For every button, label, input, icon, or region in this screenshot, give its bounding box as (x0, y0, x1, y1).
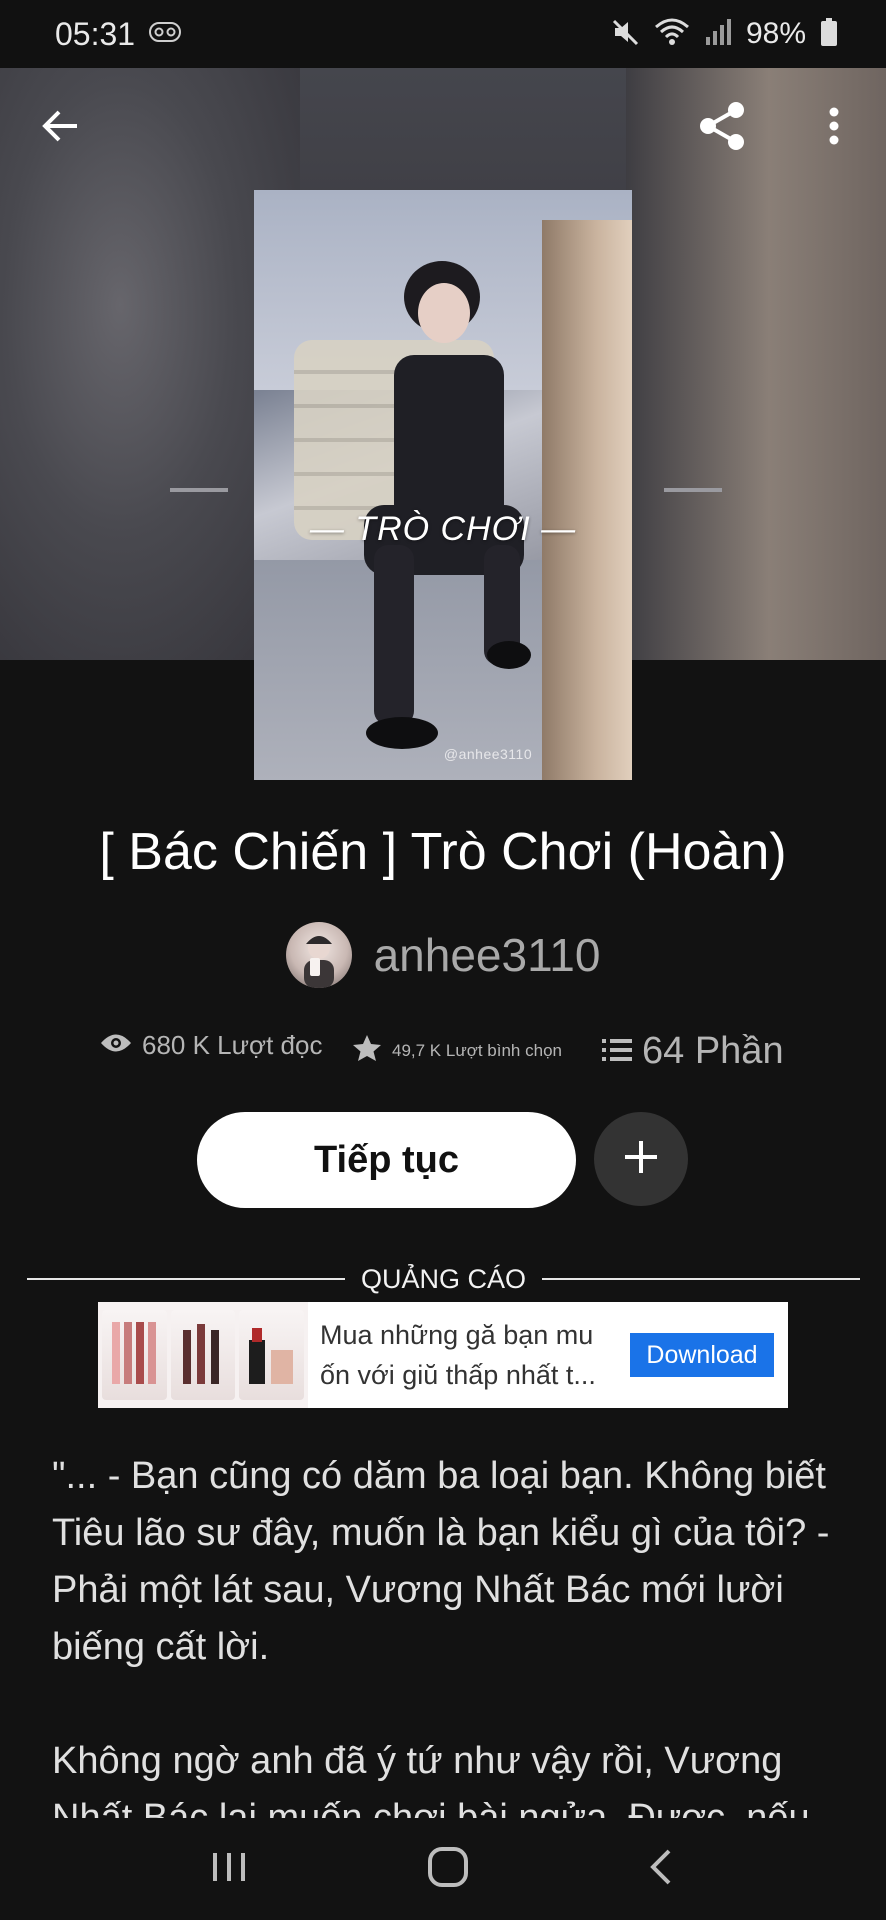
votes-stat: 49,7 K Lượt bình chọn (352, 1034, 562, 1067)
cover-watermark: @anhee3110 (443, 746, 533, 762)
battery-icon (820, 17, 838, 52)
avatar[interactable] (285, 922, 352, 988)
ad-product-image (239, 1310, 305, 1400)
cover-figure (364, 261, 531, 749)
ad-text[interactable]: Mua những gă bạn mu ốn với giŭ thấp nhất… (308, 1315, 630, 1395)
more-options-button[interactable] (799, 93, 869, 163)
reads-count: 680 K Lượt đọc (142, 1030, 323, 1060)
ad-product-images (98, 1302, 308, 1408)
recent-apps-button[interactable] (209, 1847, 249, 1892)
description-paragraph: "... - Bạn cũng có dăm ba loại bạn. Khôn… (52, 1455, 830, 1668)
plus-icon (622, 1138, 660, 1181)
list-icon (602, 1030, 632, 1073)
hero-dash-right (664, 488, 722, 492)
signal-icon (704, 17, 732, 52)
story-description: "... - Bạn cũng có dăm ba loại bạn. Khôn… (52, 1448, 842, 1818)
story-stats: 680 K Lượt đọc 49,7 K Lượt bình chọn 64 … (0, 1030, 886, 1080)
status-time: 05:31 (55, 15, 136, 52)
mute-icon (610, 17, 640, 52)
battery-percent: 98% (745, 17, 806, 50)
add-to-library-button[interactable] (594, 1112, 688, 1206)
ad-download-button[interactable]: Download (630, 1333, 774, 1377)
votes-count: 49,7 K Lượt bình chọn (392, 1040, 562, 1060)
parts-count[interactable]: 64 Phần (642, 1030, 784, 1073)
share-button[interactable] (687, 93, 757, 163)
author-name[interactable]: anhee3110 (374, 928, 601, 982)
author-row[interactable]: anhee3110 (0, 922, 886, 988)
ad-product-image (102, 1310, 167, 1400)
continue-reading-button[interactable]: Tiếp tục (197, 1112, 576, 1208)
story-cover[interactable]: — TRÒ CHƠI — @anhee3110 (254, 190, 632, 780)
wifi-icon (654, 17, 690, 52)
cover-title: — TRÒ CHƠI — (309, 510, 577, 548)
star-icon (352, 1034, 382, 1067)
ad-divider: QUẢNG CÁO (27, 1262, 860, 1296)
reads-stat: 680 K Lượt đọc (100, 1030, 322, 1061)
back-arrow-icon (41, 109, 79, 148)
back-button[interactable] (25, 93, 95, 163)
back-nav-button[interactable] (647, 1847, 677, 1892)
more-vertical-icon (828, 106, 840, 151)
system-nav-bar (0, 1818, 886, 1920)
home-button[interactable] (426, 1845, 470, 1894)
voicemail-icon (149, 21, 182, 48)
eye-icon (100, 1030, 132, 1061)
status-bar: 05:31 98% (0, 0, 886, 68)
hero-dash-left (170, 488, 228, 492)
ad-banner[interactable]: Mua những gă bạn mu ốn với giŭ thấp nhất… (98, 1302, 788, 1408)
parts-stat: 64 Phần (602, 1030, 784, 1073)
top-action-bar (0, 68, 886, 188)
description-paragraph: Không ngờ anh đã ý tứ như vậy rồi, Vương… (52, 1740, 810, 1818)
share-icon (696, 100, 748, 157)
ad-product-image (170, 1310, 236, 1400)
story-title: [ Bác Chiến ] Trò Chơi (Hoàn) (99, 823, 787, 881)
ad-label: QUẢNG CÁO (360, 1263, 527, 1294)
